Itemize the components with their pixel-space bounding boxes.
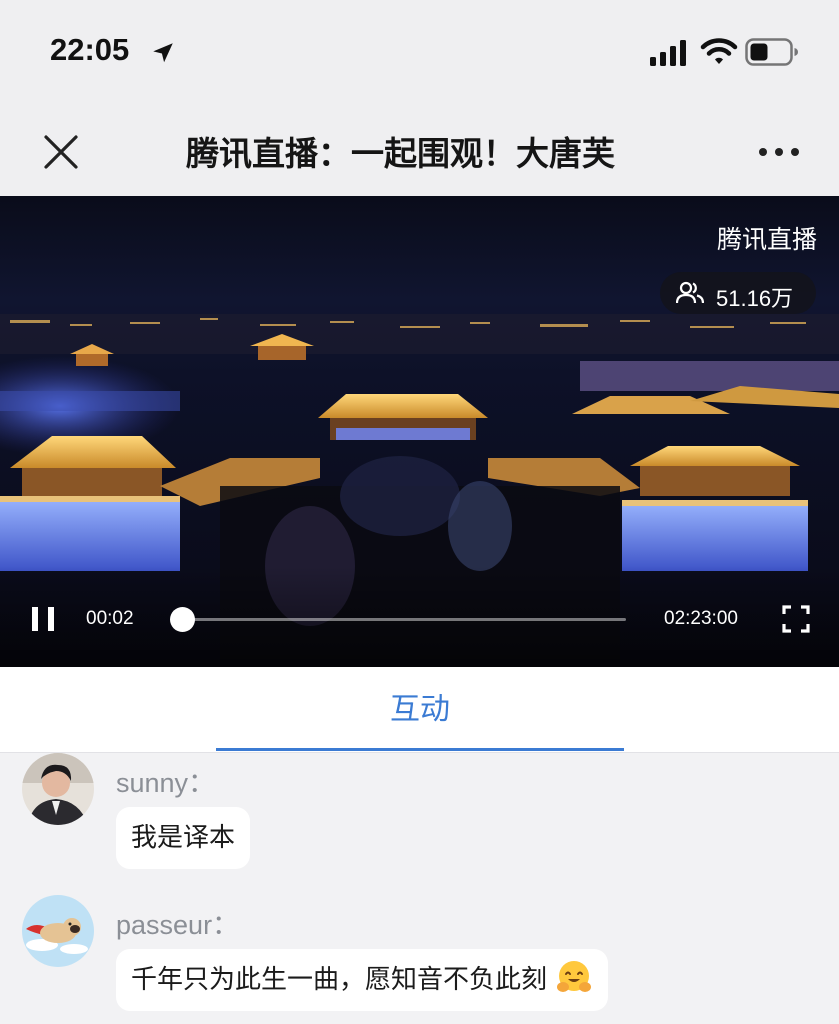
viewer-count-badge: 51.16万 [660, 272, 816, 314]
page-title-text: 腾讯直播：一起围观！大唐芙 [186, 134, 615, 173]
signal-icon [650, 40, 686, 66]
progress-bar[interactable] [182, 618, 626, 621]
tab-active-indicator [216, 748, 624, 751]
title-fade [608, 130, 668, 178]
player-controls: 00:02 02:23:00 [0, 596, 839, 646]
fullscreen-icon[interactable] [781, 604, 811, 634]
viewer-count: 51.16万 [716, 286, 794, 311]
channel-label: 腾讯直播 [716, 225, 817, 254]
people-icon [676, 281, 704, 304]
nav-bar: 腾讯直播：一起围观！大唐芙 [0, 110, 839, 196]
current-time: 00:02 [86, 608, 134, 629]
video-player[interactable]: 腾讯直播 51.16万 00:02 02:23:00 [0, 196, 839, 667]
comment-list: sunny： 我是译本 passeur： 千年只为此生一曲，愿知音不负此刻 [0, 753, 839, 1024]
avatar-passeur-image [22, 895, 94, 967]
avatar[interactable] [22, 895, 94, 967]
progress-knob[interactable] [170, 607, 195, 632]
location-arrow-icon [153, 43, 173, 63]
comment-username: passeur： [116, 910, 240, 940]
comment-text: 我是译本 [131, 823, 236, 853]
pause-icon[interactable] [30, 604, 56, 634]
more-icon[interactable] [756, 140, 802, 164]
avatar[interactable] [22, 753, 94, 825]
tab-bar: 互动 [0, 667, 839, 753]
battery-icon [745, 38, 798, 66]
wifi-icon [700, 38, 738, 64]
total-time: 02:23:00 [664, 608, 738, 629]
status-time: 22:05 [50, 32, 130, 67]
tab-interact[interactable]: 互动 [216, 667, 624, 753]
status-bar: 22:05 [0, 0, 839, 110]
avatar-sunny-image [22, 753, 94, 825]
page-title: 腾讯直播：一起围观！大唐芙 [186, 130, 668, 178]
comment-bubble: 千年只为此生一曲，愿知音不负此刻 [116, 949, 609, 1011]
close-icon[interactable] [40, 131, 82, 173]
comment-username: sunny： [116, 768, 216, 798]
comment-bubble: 我是译本 [116, 807, 251, 869]
hugging-face-emoji-icon [557, 961, 592, 992]
comment-text: 千年只为此生一曲，愿知音不负此刻 [131, 965, 548, 995]
